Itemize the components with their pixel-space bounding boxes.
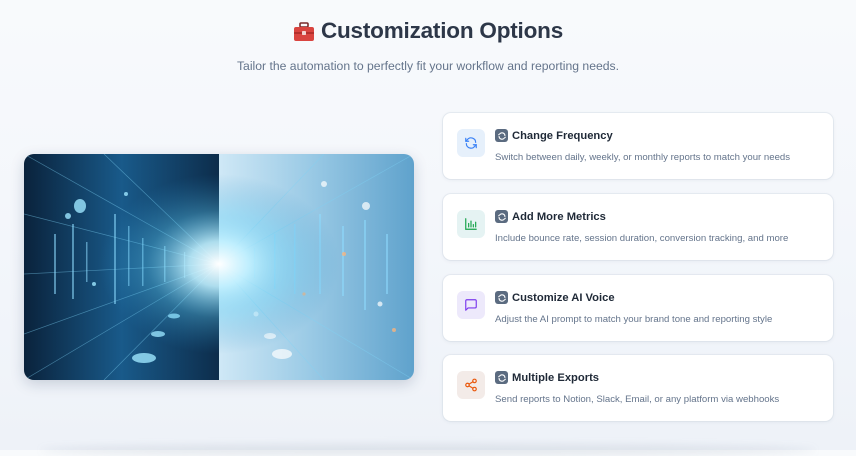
- section-bottom-shadow: [40, 444, 816, 456]
- repeat-icon: [495, 291, 508, 304]
- page-title: Customization Options: [293, 18, 563, 44]
- option-card-customize-ai-voice[interactable]: Customize AI Voice Adjust the AI prompt …: [443, 275, 833, 341]
- page-title-text: Customization Options: [320, 18, 564, 43]
- chat-bubble-icon: [457, 291, 485, 319]
- option-description: Send reports to Notion, Slack, Email, or…: [495, 394, 780, 405]
- repeat-icon: [495, 129, 508, 142]
- toolbox-icon: [293, 22, 315, 42]
- hero-image: [24, 154, 414, 380]
- option-title: Change Frequency: [495, 129, 613, 142]
- option-card-multiple-exports[interactable]: Multiple Exports Send reports to Notion,…: [443, 355, 833, 421]
- page-subtitle: Tailor the automation to perfectly fit y…: [236, 59, 620, 73]
- option-title: Customize AI Voice: [495, 291, 615, 304]
- option-card-add-more-metrics[interactable]: Add More Metrics Include bounce rate, se…: [443, 194, 833, 260]
- option-card-change-frequency[interactable]: Change Frequency Switch between daily, w…: [443, 113, 833, 179]
- repeat-icon: [495, 371, 508, 384]
- bar-chart-icon: [457, 210, 485, 238]
- page-header: Customization Options Tailor the automat…: [0, 18, 856, 73]
- share-icon: [457, 371, 485, 399]
- refresh-icon: [457, 129, 485, 157]
- option-title: Add More Metrics: [495, 210, 606, 223]
- repeat-icon: [495, 210, 508, 223]
- option-description: Include bounce rate, session duration, c…: [495, 233, 789, 244]
- option-description: Switch between daily, weekly, or monthly…: [495, 152, 791, 163]
- option-description: Adjust the AI prompt to match your brand…: [495, 314, 773, 325]
- option-title: Multiple Exports: [495, 371, 599, 384]
